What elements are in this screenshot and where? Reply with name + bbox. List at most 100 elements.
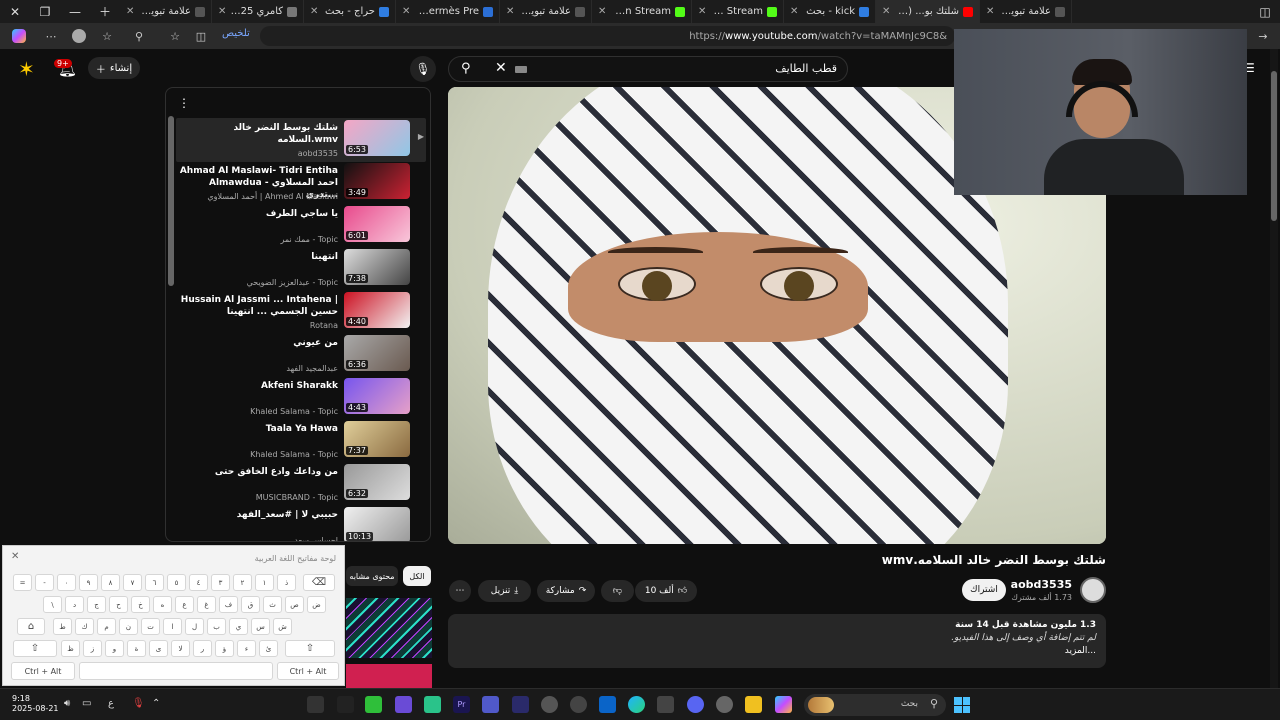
copilot-taskbar-icon[interactable]	[775, 696, 792, 713]
discord-icon[interactable]	[687, 696, 704, 713]
volume-icon[interactable]: 🔊︎	[64, 698, 70, 709]
playlist-more-icon[interactable]: ⋮	[178, 96, 190, 110]
keyboard-key[interactable]: ص	[285, 596, 304, 613]
favorites-icon[interactable]: ☆	[98, 27, 116, 45]
keyboard-key[interactable]: ه	[153, 596, 172, 613]
keyboard-key[interactable]: ع	[175, 596, 194, 613]
keyboard-key[interactable]: ق	[241, 596, 260, 613]
voice-search-mic-icon[interactable]: 🎙︎	[410, 56, 436, 82]
proton-vpn-icon[interactable]	[395, 696, 412, 713]
keyboard-key[interactable]: -	[35, 574, 54, 591]
keyboard-key[interactable]: ب	[207, 618, 226, 635]
bookmark-star-icon[interactable]: ☆	[166, 27, 184, 45]
keyboard-key[interactable]: خ	[131, 596, 150, 613]
keyboard-key[interactable]: د	[65, 596, 84, 613]
close-keyboard-icon[interactable]: ✕	[11, 551, 19, 562]
keyboard-key[interactable]: ك	[75, 618, 94, 635]
taskbar-search-box[interactable]: بحث ⚲	[804, 694, 946, 716]
keyboard-key[interactable]: ٩	[79, 574, 98, 591]
close-window-icon[interactable]: ✕	[0, 0, 30, 23]
keyboard-key[interactable]: ت	[141, 618, 160, 635]
keyboard-key[interactable]: ا	[163, 618, 182, 635]
keyboard-key[interactable]: ح	[109, 596, 128, 613]
profile-avatar[interactable]	[70, 27, 88, 45]
close-tab-icon[interactable]: ✕	[218, 6, 226, 17]
channel-logo-icon[interactable]: ✶	[18, 57, 44, 81]
close-tab-icon[interactable]: ✕	[506, 6, 514, 17]
playlist-thumbnail[interactable]: 7:37	[344, 421, 410, 457]
playlist-thumbnail[interactable]: 7:38	[344, 249, 410, 285]
playlist-item[interactable]: 4:43 Akfeni Sharakk Khaled Salama - Topic	[176, 376, 426, 420]
keyboard-key[interactable]: ى	[149, 640, 168, 657]
close-tab-icon[interactable]: ✕	[126, 6, 134, 17]
taskbar-clock[interactable]: 9:18 2025-08-21	[12, 694, 59, 714]
keyboard-key[interactable]: ي	[229, 618, 248, 635]
related-video-thumbnail[interactable]	[346, 598, 432, 688]
keyboard-key[interactable]: ٢	[233, 574, 252, 591]
steam-icon[interactable]	[716, 696, 733, 713]
playlist-item[interactable]: 4:40 Hussain Al Jassmi ... Intahena | حسي…	[176, 290, 426, 334]
keyboard-key[interactable]: و	[105, 640, 124, 657]
playlist-item[interactable]: 6:53 شلتك بوسط النضر خالد السلامه.wmv aobd…	[176, 118, 426, 162]
store-icon[interactable]	[657, 696, 674, 713]
playlist-thumbnail[interactable]: 4:43	[344, 378, 410, 414]
keyboard-key[interactable]: ١	[255, 574, 274, 591]
keyboard-key[interactable]: م	[97, 618, 116, 635]
edge-browser-icon[interactable]	[628, 696, 645, 713]
keyboard-key[interactable]: ؤ	[215, 640, 234, 657]
chip-related[interactable]: محتوى مشابه	[346, 566, 398, 586]
playlist-thumbnail[interactable]: 6:01	[344, 206, 410, 242]
keyboard-key[interactable]: ٠	[57, 574, 76, 591]
browser-tab[interactable]: ✕شلتك بو... (190)	[876, 0, 980, 23]
playlist-item[interactable]: 6:01 يا ساجي الطرف ممك نمر - Topic	[176, 204, 426, 248]
keyboard-icon[interactable]	[515, 66, 527, 73]
taskbar-app-icon[interactable]	[337, 696, 354, 713]
clear-search-icon[interactable]: ✕	[495, 60, 507, 76]
share-button[interactable]: مشاركة ↷	[537, 580, 595, 602]
description-box[interactable]: 1.3 مليون مشاهدة قبل 14 سنة لم تتم إضافة…	[448, 614, 1106, 668]
keyboard-key[interactable]: س	[251, 618, 270, 635]
keyboard-key[interactable]: ئ	[259, 640, 278, 657]
playlist-thumbnail[interactable]: 10:13	[344, 507, 410, 541]
playlist-item[interactable]: 7:37 Taala Ya Hawa Khaled Salama - Topic	[176, 419, 426, 463]
xbox-icon[interactable]	[365, 696, 382, 713]
keyboard-key[interactable]: ط	[53, 618, 72, 635]
settings-gear-icon[interactable]	[541, 696, 558, 713]
browser-tab[interactable]: ✕ حراج - بحث	[304, 0, 396, 23]
browser-tab[interactable]: ✕Buy Hermès Pre-...	[396, 0, 500, 23]
search-input[interactable]: ⚲ ✕ قطب الطايف	[448, 56, 848, 82]
outlook-icon[interactable]	[599, 696, 616, 713]
keyboard-key[interactable]: غ	[197, 596, 216, 613]
playlist-thumbnail[interactable]: 4:40	[344, 292, 410, 328]
restore-window-icon[interactable]: ❐	[30, 0, 60, 23]
keyboard-key[interactable]: ج	[87, 596, 106, 613]
taskbar-app-icon[interactable]	[570, 696, 587, 713]
browser-tab[interactable]: ✕كامري 2025 | موقع...	[212, 0, 304, 23]
browser-tab[interactable]: ✕fast8om Stream	[692, 0, 784, 23]
keyboard-key[interactable]: ء	[237, 640, 256, 657]
close-tab-icon[interactable]: ✕	[598, 6, 606, 17]
playlist-scrollbar[interactable]	[168, 116, 174, 286]
playlist-thumbnail[interactable]: 6:53	[344, 120, 410, 156]
input-language[interactable]: ع	[108, 698, 114, 709]
extensions-icon[interactable]: ⚲	[130, 27, 148, 45]
playlist-thumbnail[interactable]: 6:36	[344, 335, 410, 371]
shift-left-key-icon[interactable]: ⇧	[13, 640, 57, 657]
keyboard-key[interactable]: \	[43, 596, 62, 613]
keyboard-key[interactable]: ز	[83, 640, 102, 657]
keyboard-key[interactable]: ر	[193, 640, 212, 657]
teams-icon[interactable]	[482, 696, 499, 713]
search-icon[interactable]: ⚲	[461, 61, 471, 76]
dislike-button[interactable]: 👎︎	[601, 580, 634, 602]
ctrl-alt-right-key[interactable]: Ctrl + Alt	[277, 662, 339, 680]
close-tab-icon[interactable]: ✕	[790, 6, 798, 17]
channel-name[interactable]: aobd3535	[1011, 578, 1072, 591]
keyboard-key[interactable]: لا	[171, 640, 190, 657]
keyboard-key[interactable]: ظ	[61, 640, 80, 657]
keyboard-key[interactable]: ٨	[101, 574, 120, 591]
playlist-thumbnail[interactable]: 3:49	[344, 163, 410, 199]
home-key-icon[interactable]: ⌂	[17, 618, 45, 635]
keyboard-key[interactable]: ٣	[211, 574, 230, 591]
keyboard-key[interactable]: ٥	[167, 574, 186, 591]
shift-right-key-icon[interactable]: ⇧	[285, 640, 335, 657]
